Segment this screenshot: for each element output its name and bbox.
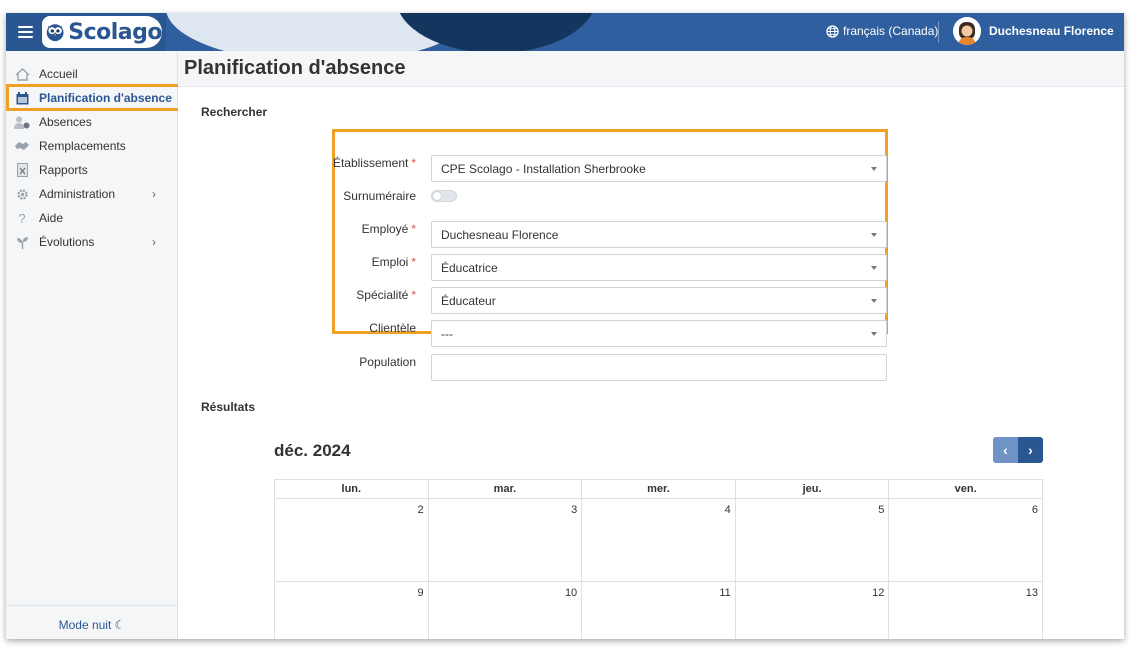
sidebar-item-absences[interactable]: Absences <box>6 111 178 133</box>
page-title: Planification d'absence <box>184 57 406 79</box>
sidebar-item-aide[interactable]: ? Aide <box>6 207 178 229</box>
home-icon <box>14 67 30 81</box>
sidebar: Accueil Planification d'absence Absences… <box>6 51 178 639</box>
chevron-right-icon: › <box>152 187 156 201</box>
header-divider <box>938 21 939 43</box>
calendar-day-cell[interactable]: 13 <box>888 581 1043 639</box>
calendar-day-cell[interactable]: 9 <box>274 581 429 639</box>
calendar-prev-button[interactable]: ‹ <box>993 437 1018 463</box>
clientele-label: Clientèle <box>369 321 416 335</box>
caret-down-icon <box>871 167 877 171</box>
calendar-day-cell[interactable]: 6 <box>888 498 1043 582</box>
calendar-week-row: 2 3 4 5 6 <box>274 498 1043 582</box>
weekday-header: lun. <box>274 479 429 499</box>
caret-down-icon <box>871 299 877 303</box>
logo-text: Scolago <box>68 19 162 45</box>
page-title-bar: Planification d'absence <box>178 51 1124 87</box>
calendar-day-cell[interactable]: 12 <box>734 581 890 639</box>
surnumeraire-label: Surnuméraire <box>343 189 416 203</box>
chevron-right-icon: › <box>152 235 156 249</box>
calendar-next-button[interactable]: › <box>1018 437 1043 463</box>
handshake-icon <box>14 139 30 153</box>
etablissement-label: Établissement * <box>332 156 416 170</box>
weekday-header: mer. <box>581 479 736 499</box>
night-mode-toggle[interactable]: Mode nuit ☾ <box>6 605 178 632</box>
emploi-value: Éducatrice <box>441 260 498 275</box>
section-resultats: Résultats <box>201 400 256 414</box>
required-mark: * <box>411 156 416 170</box>
calendar-day-cell[interactable]: 4 <box>581 498 736 582</box>
calendar-grid: lun. mar. mer. jeu. ven. 2 3 4 5 6 9 10 <box>274 479 1043 639</box>
sidebar-item-label: Remplacements <box>39 139 126 153</box>
gear-icon <box>14 187 30 201</box>
calendar-week-row: 9 10 11 12 13 <box>274 581 1043 639</box>
main-content: Planification d'absence Rechercher Établ… <box>178 51 1124 639</box>
specialite-label: Spécialité * <box>356 288 416 302</box>
population-label: Population <box>359 355 416 369</box>
chevron-left-icon: ‹ <box>1003 442 1008 458</box>
question-icon: ? <box>18 210 26 226</box>
sidebar-item-remplacements[interactable]: Remplacements <box>6 135 178 157</box>
report-icon <box>14 163 30 177</box>
required-mark: * <box>411 288 416 302</box>
emploi-label: Emploi * <box>371 255 416 269</box>
language-label: français (Canada) <box>843 24 939 38</box>
population-input[interactable] <box>431 354 887 381</box>
highlight-frame-nav <box>6 84 184 111</box>
hamburger-menu-icon[interactable] <box>18 23 33 39</box>
sidebar-item-rapports[interactable]: Rapports <box>6 159 178 181</box>
user-name: Duchesneau Florence <box>989 24 1114 38</box>
calendar-month-title: déc. 2024 <box>274 441 351 460</box>
clientele-select[interactable]: --- <box>431 320 887 347</box>
moon-icon: ☾ <box>114 618 126 632</box>
sidebar-item-accueil[interactable]: Accueil <box>6 63 178 85</box>
globe-icon <box>826 24 839 38</box>
caret-down-icon <box>871 233 877 237</box>
required-mark: * <box>411 255 416 269</box>
calendar-day-cell[interactable]: 11 <box>581 581 736 639</box>
caret-down-icon <box>871 266 877 270</box>
calendar-day-cell[interactable]: 3 <box>427 498 583 582</box>
weekday-header: ven. <box>888 479 1043 499</box>
chevron-right-icon: › <box>1028 442 1033 458</box>
sidebar-item-label: Accueil <box>39 67 78 81</box>
sidebar-item-evolutions[interactable]: Évolutions › <box>6 231 178 253</box>
weekday-header: jeu. <box>734 479 890 499</box>
clientele-value: --- <box>441 326 453 341</box>
owl-logo-icon <box>46 24 64 42</box>
surnumeraire-toggle[interactable] <box>431 190 457 202</box>
employe-value: Duchesneau Florence <box>441 227 559 242</box>
required-mark: * <box>411 222 416 236</box>
user-menu[interactable]: Duchesneau Florence <box>953 17 1114 45</box>
calendar-day-cell[interactable]: 2 <box>274 498 429 582</box>
caret-down-icon <box>871 332 877 336</box>
calendar-day-cell[interactable]: 10 <box>427 581 583 639</box>
specialite-value: Éducateur <box>441 293 496 308</box>
weekday-header: mar. <box>427 479 583 499</box>
sprout-icon <box>14 235 30 249</box>
sidebar-item-administration[interactable]: Administration › <box>6 183 178 205</box>
etablissement-value: CPE Scolago - Installation Sherbrooke <box>441 161 646 176</box>
top-bar: Scolago français (Canada) Duchesneau Flo… <box>6 13 1124 51</box>
sidebar-item-label: Aide <box>39 211 64 225</box>
sidebar-item-label: Administration <box>39 187 116 201</box>
employe-label: Employé * <box>361 222 416 236</box>
emploi-select[interactable]: Éducatrice <box>431 254 887 281</box>
sidebar-item-label: Rapports <box>39 163 88 177</box>
specialite-select[interactable]: Éducateur <box>431 287 887 314</box>
sidebar-item-label: Évolutions <box>39 235 95 249</box>
section-rechercher: Rechercher <box>201 105 268 119</box>
avatar <box>953 17 981 45</box>
scolago-logo[interactable]: Scolago <box>42 16 162 48</box>
language-selector[interactable]: français (Canada) <box>826 24 938 38</box>
calendar-header-row: lun. mar. mer. jeu. ven. <box>274 479 1043 499</box>
user-absent-icon <box>14 115 30 129</box>
sidebar-item-label: Absences <box>39 115 92 129</box>
employe-select[interactable]: Duchesneau Florence <box>431 221 887 248</box>
night-mode-label: Mode nuit <box>58 618 112 632</box>
app-window: Scolago français (Canada) Duchesneau Flo… <box>6 13 1124 639</box>
etablissement-select[interactable]: CPE Scolago - Installation Sherbrooke <box>431 155 887 182</box>
calendar-day-cell[interactable]: 5 <box>734 498 890 582</box>
